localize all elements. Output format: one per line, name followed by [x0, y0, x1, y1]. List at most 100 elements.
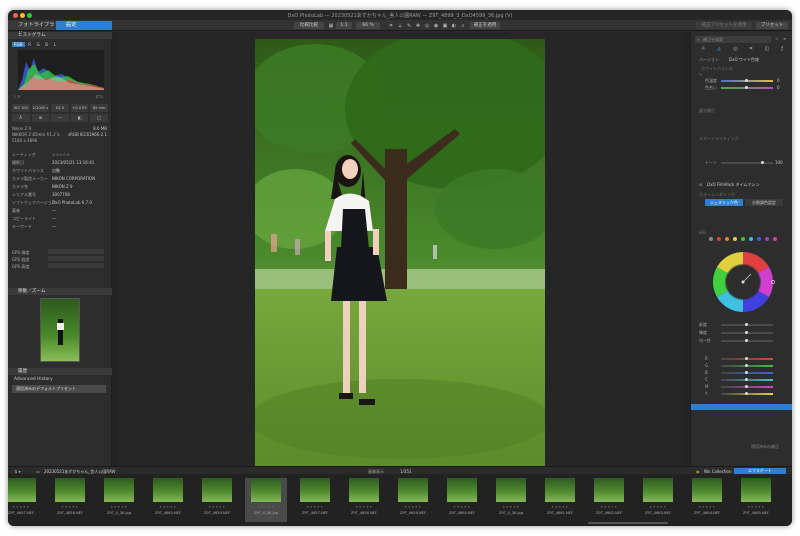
- metadata-value[interactable]: ☆☆☆☆☆: [52, 152, 70, 157]
- channel-rgb[interactable]: RGB: [12, 42, 25, 47]
- channel-knob[interactable]: [745, 371, 748, 374]
- thumb-rating[interactable]: ★★★★★: [343, 505, 385, 509]
- filmstrip-thumb[interactable]: ★★★★★ Z9T_4662.NEF: [588, 478, 630, 522]
- filmstrip-thumb[interactable]: ★★★★★ Z9T_4660.NEF: [441, 478, 483, 522]
- metadata-value[interactable]: 自動: [52, 168, 60, 174]
- watermark-tab-icon[interactable]: ◫: [764, 46, 769, 53]
- saturation-slider[interactable]: [721, 323, 773, 326]
- compare-button[interactable]: 比較比較: [294, 22, 324, 29]
- filmstrip-thumb[interactable]: ★★★★★ Z9T_4658.NEF: [49, 478, 91, 522]
- thumb-rating[interactable]: ★★★★★: [637, 505, 679, 509]
- straighten-icon[interactable]: ⟂: [397, 23, 403, 29]
- filmstrip-thumb[interactable]: ★★★★★ Z9T_4665.NEF: [735, 478, 777, 522]
- uniformity-slider[interactable]: [721, 339, 773, 342]
- navigator-header[interactable]: 移動／ズーム: [8, 288, 112, 295]
- filmstrip-thumb[interactable]: ★★★★★ Z9T_4661.NEF: [539, 478, 581, 522]
- hsl-swatch[interactable]: [717, 237, 721, 241]
- channel-slider[interactable]: [721, 385, 773, 388]
- watermark-icon[interactable]: ▣: [442, 23, 448, 29]
- apply-preset-button[interactable]: 補正プリセットを適用: [696, 22, 752, 29]
- grid-icon[interactable]: ▦: [328, 23, 334, 29]
- tint-value[interactable]: 0: [777, 85, 780, 90]
- detail-icon[interactable]: ◎: [733, 46, 737, 53]
- star-icon[interactable]: ☆: [775, 36, 779, 41]
- channel-r[interactable]: R: [26, 42, 33, 47]
- tone-value[interactable]: 100: [775, 160, 783, 165]
- loupe-icon[interactable]: ⌕: [460, 23, 466, 29]
- filmstrip-thumb[interactable]: ★★★★★ Z9T_4659.NEF: [392, 478, 434, 522]
- metadata-value[interactable]: 2023/05/21 13:16:41: [52, 160, 94, 165]
- thumb-rating[interactable]: ★★★★★: [686, 505, 728, 509]
- channel-slider[interactable]: [721, 364, 773, 367]
- gps-alt-field[interactable]: [48, 263, 104, 268]
- exposure-section[interactable]: 露光補正: [699, 108, 715, 114]
- eyedropper-icon[interactable]: ✎: [406, 23, 412, 29]
- panel-menu-icon[interactable]: ≡: [783, 36, 786, 41]
- geometry-icon[interactable]: ⌗: [750, 46, 753, 53]
- search-input[interactable]: 補正を検索: [695, 36, 771, 43]
- thumb-rating[interactable]: ★★★★★: [539, 505, 581, 509]
- hsl-section[interactable]: HSL: [699, 230, 707, 235]
- thumb-rating[interactable]: ★★★★★: [196, 505, 238, 509]
- local-adjust-icon[interactable]: ◎: [424, 23, 430, 29]
- filmstrip-thumb[interactable]: ★★★★★ Z9T_4659.NEF: [196, 478, 238, 522]
- metadata-value[interactable]: —: [52, 208, 56, 213]
- luminance-knob[interactable]: [745, 331, 748, 334]
- thumb-rating[interactable]: ★★★★★: [98, 505, 140, 509]
- channel-knob[interactable]: [745, 357, 748, 360]
- thumb-rating[interactable]: ★★★★★: [147, 505, 189, 509]
- tone-knob[interactable]: [761, 161, 764, 164]
- thumb-image[interactable]: [251, 478, 281, 502]
- channel-knob[interactable]: [745, 392, 748, 395]
- thumb-rating[interactable]: ★★★★★: [735, 505, 777, 509]
- thumb-image[interactable]: [496, 478, 526, 502]
- filmstrip-thumb[interactable]: ★★★★★ Z9T_4658.NEF: [343, 478, 385, 522]
- thumb-image[interactable]: [153, 478, 183, 502]
- zoom-percent-select[interactable]: 66 %: [356, 22, 380, 29]
- zoom-1to1-button[interactable]: 1:1: [336, 22, 352, 29]
- metadata-value[interactable]: NIKON CORPORATION: [52, 176, 95, 181]
- hsl-swatch[interactable]: [765, 237, 769, 241]
- thumb-image[interactable]: [594, 478, 624, 502]
- image-viewer[interactable]: [118, 32, 684, 473]
- filmstrip-thumb[interactable]: ★★★★★ Z9T_4663.NEF: [637, 478, 679, 522]
- thumb-rating[interactable]: ★★★★★: [8, 505, 42, 509]
- filmstrip[interactable]: ★★★★★ Z9T_4657.NEF ★★★★★ Z9T_4658.NEF ★★★★★ Z…: [8, 474, 792, 526]
- gps-lon-field[interactable]: [48, 256, 104, 261]
- uniformity-knob[interactable]: [745, 339, 748, 342]
- filmstrip-thumb[interactable]: ★★★★★ Z9T_4_36.jpg: [98, 478, 140, 522]
- thumb-rating[interactable]: ★★★★★: [49, 505, 91, 509]
- tab-customize[interactable]: 設定: [56, 21, 112, 30]
- repair-icon[interactable]: ✚: [415, 23, 421, 29]
- thumb-rating[interactable]: ★★★★★: [588, 505, 630, 509]
- light-icon[interactable]: ☼: [701, 46, 705, 53]
- folder-icon[interactable]: ▭: [36, 469, 40, 474]
- hsl-swatch[interactable]: [773, 237, 777, 241]
- metadata-value[interactable]: —: [52, 216, 56, 221]
- tone-slider[interactable]: [721, 161, 773, 164]
- history-header[interactable]: 履歴: [8, 368, 112, 375]
- thumb-image[interactable]: [349, 478, 379, 502]
- thumb-image[interactable]: [447, 478, 477, 502]
- thumb-rating[interactable]: ★★★★★: [441, 505, 483, 509]
- channel-g[interactable]: G: [35, 42, 42, 47]
- thumb-rating[interactable]: ★★★★★: [245, 505, 287, 509]
- channel-knob[interactable]: [745, 378, 748, 381]
- luminance-slider[interactable]: [721, 331, 773, 334]
- thumb-image[interactable]: [741, 478, 771, 502]
- advanced-history-toggle[interactable]: Advanced History: [14, 377, 53, 382]
- sort-icon[interactable]: ⇅ ▾: [14, 469, 21, 474]
- metadata-value[interactable]: 3007708: [52, 192, 70, 197]
- gps-lat-field[interactable]: [48, 249, 104, 254]
- tint-slider[interactable]: [721, 86, 773, 89]
- thumb-image[interactable]: [300, 478, 330, 502]
- active-section-bar[interactable]: [691, 404, 792, 410]
- mask-icon[interactable]: ◐: [451, 23, 457, 29]
- thumb-rating[interactable]: ★★★★★: [392, 505, 434, 509]
- thumb-image[interactable]: [55, 478, 85, 502]
- metadata-value[interactable]: DxO PhotoLab 6.7.0: [52, 200, 92, 205]
- channel-knob[interactable]: [745, 385, 748, 388]
- color-rendering-section[interactable]: カラーレンダリング: [699, 192, 735, 198]
- histogram-header[interactable]: ヒストグラム: [8, 32, 112, 39]
- wb-preset[interactable]: DxO ワイド色域: [729, 57, 759, 63]
